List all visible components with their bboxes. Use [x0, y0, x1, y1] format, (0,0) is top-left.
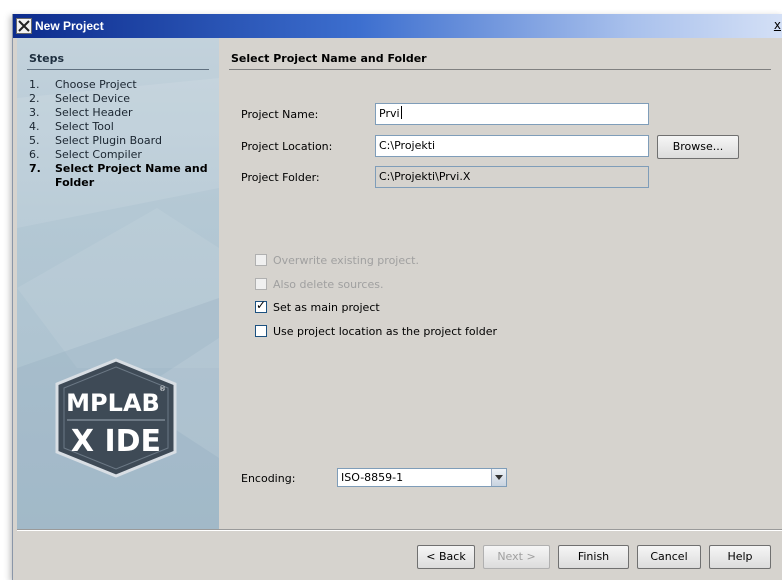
- checkbox-box: [255, 278, 267, 290]
- project-name-input[interactable]: Prvi: [375, 103, 649, 125]
- step-select-device: 2. Select Device: [29, 92, 131, 105]
- cancel-button[interactable]: Cancel: [637, 545, 701, 569]
- step-choose-project: 1. Choose Project: [29, 78, 137, 91]
- help-button[interactable]: Help: [709, 545, 771, 569]
- steps-heading: Steps: [29, 52, 65, 65]
- project-location-label: Project Location:: [241, 140, 333, 153]
- project-folder-label: Project Folder:: [241, 171, 320, 184]
- project-folder-field: C:\Projekti\Prvi.X: [375, 166, 649, 188]
- step-select-plugin-board: 5. Select Plugin Board: [29, 134, 162, 147]
- steps-divider: [27, 69, 209, 70]
- steps-list: 1. Choose Project 2. Select Device 3. Selec…: [29, 78, 214, 190]
- svg-text:MPLAB: MPLAB: [66, 389, 160, 417]
- step-select-tool: 4. Select Tool: [29, 120, 114, 133]
- svg-text:X IDE: X IDE: [71, 424, 161, 459]
- svg-text:®: ®: [159, 385, 166, 393]
- checkbox-box: [255, 254, 267, 266]
- step-select-compiler: 6. Select Compiler: [29, 148, 142, 161]
- back-button[interactable]: < Back: [417, 545, 475, 569]
- encoding-select[interactable]: ISO-8859-1: [337, 468, 507, 487]
- project-name-label: Project Name:: [241, 108, 319, 121]
- mplab-x-ide-logo: MPLAB ® X IDE: [55, 358, 177, 478]
- browse-button[interactable]: Browse...: [657, 135, 739, 159]
- step-select-project-name-current: 7. Select Project Name and Folder: [29, 162, 208, 189]
- steps-panel: Steps 1. Choose Project 2. Select Device 3…: [17, 38, 219, 529]
- overwrite-existing-project-checkbox: Overwrite existing project.: [255, 253, 419, 267]
- text-caret: [400, 106, 402, 119]
- app-icon: [16, 18, 32, 34]
- step-select-header: 3. Select Header: [29, 106, 133, 119]
- next-button[interactable]: Next >: [483, 545, 550, 569]
- window-title: New Project: [35, 19, 104, 33]
- use-project-location-checkbox[interactable]: Use project location as the project fold…: [255, 324, 497, 338]
- button-bar-divider: [17, 529, 782, 530]
- page-title: Select Project Name and Folder: [231, 52, 427, 65]
- checkbox-box[interactable]: [255, 325, 267, 337]
- project-location-input[interactable]: C:\Projekti: [375, 135, 649, 157]
- finish-button[interactable]: Finish: [558, 545, 629, 569]
- new-project-dialog: New Project x Steps 1. Choose Project 2. S…: [12, 14, 782, 580]
- title-bar[interactable]: New Project x: [13, 14, 782, 38]
- wizard-content: Select Project Name and Folder Project N…: [219, 38, 782, 529]
- also-delete-sources-checkbox: Also delete sources.: [255, 277, 383, 291]
- checkbox-box[interactable]: ✓: [255, 298, 267, 313]
- page-title-divider: [229, 69, 771, 70]
- dropdown-arrow-icon[interactable]: [491, 469, 506, 486]
- encoding-label: Encoding:: [241, 472, 296, 485]
- set-as-main-project-checkbox[interactable]: ✓ Set as main project: [255, 298, 380, 314]
- close-icon[interactable]: x: [774, 18, 781, 32]
- checkmark-icon: ✓: [256, 298, 267, 312]
